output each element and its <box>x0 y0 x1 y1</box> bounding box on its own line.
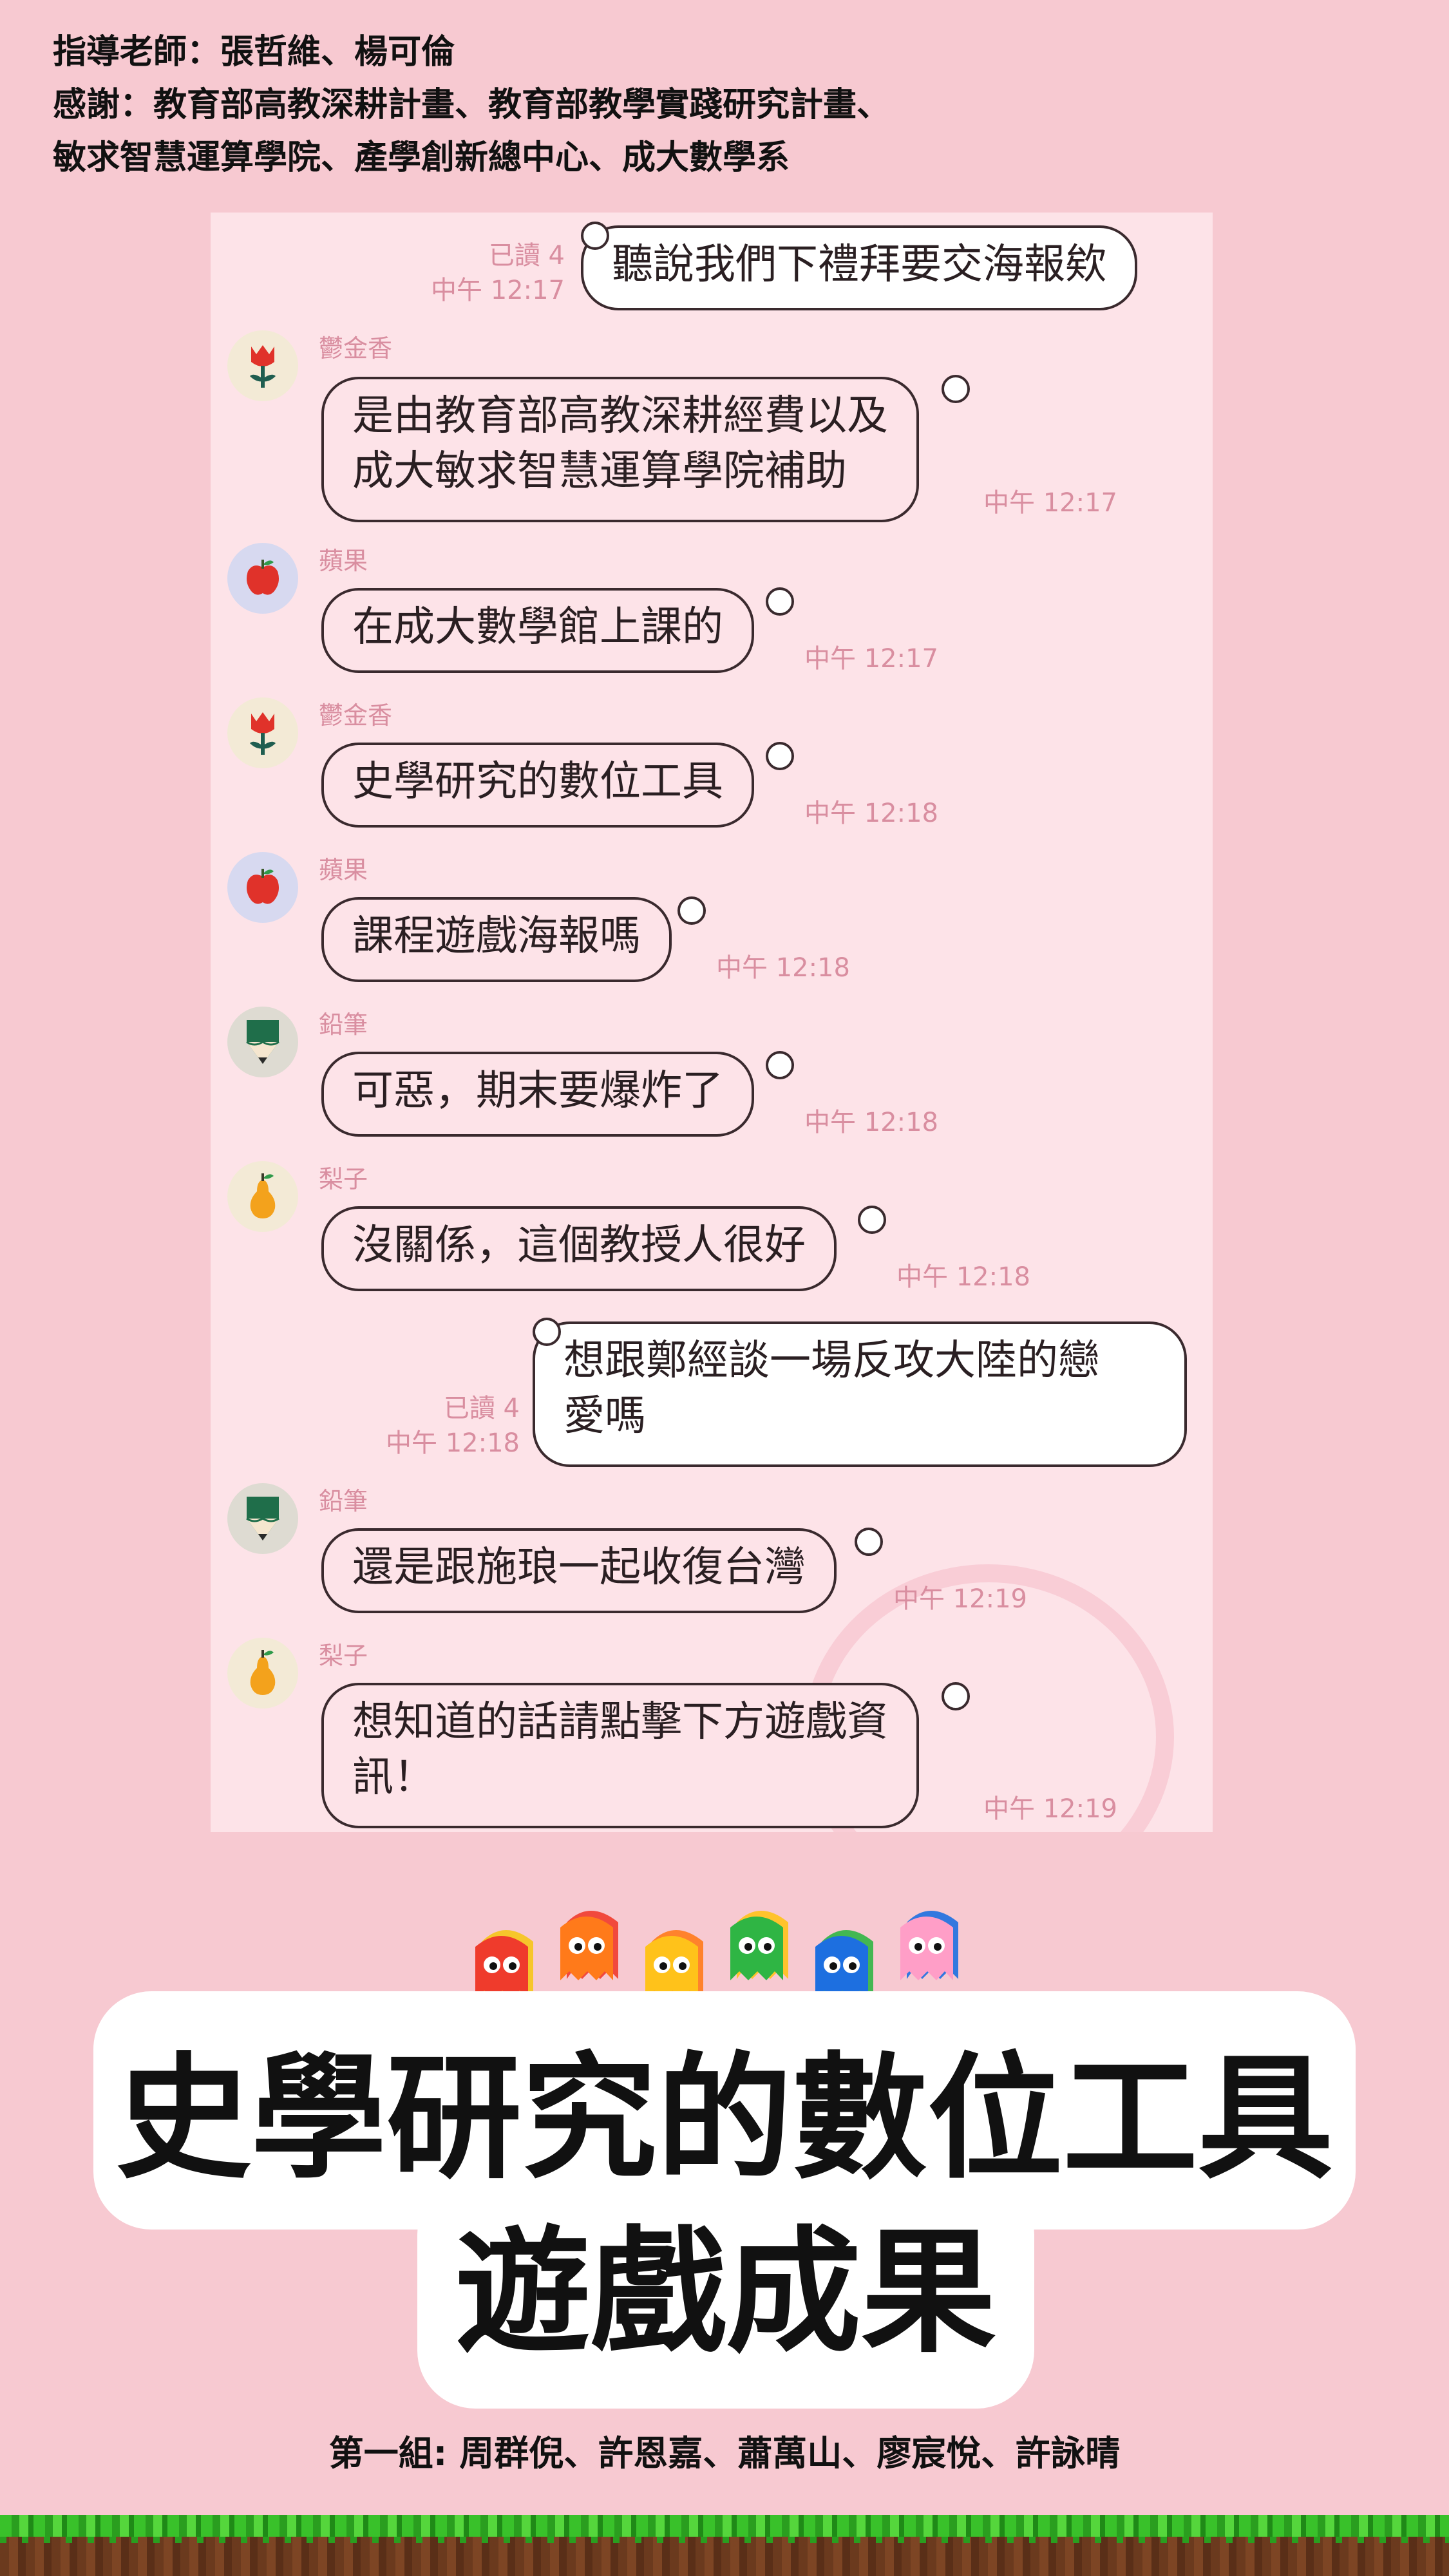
ghost-icon <box>815 1930 873 2000</box>
ghost-icon <box>900 1911 958 1980</box>
ghost-icon <box>730 1911 788 1980</box>
message-text-line: 是由教育部高教深耕經費以及 <box>352 392 888 440</box>
sender-name: 蘋果 <box>319 856 368 884</box>
sender-name: 鉛筆 <box>319 1487 368 1515</box>
pixel-grass-edge <box>0 2537 1449 2543</box>
message-text-line: 想知道的話請點擊下方遊戲資 <box>352 1698 888 1746</box>
pear-icon-graphic <box>250 1173 276 1218</box>
flower-sticker-icon <box>533 1318 561 1346</box>
message-time: 中午 12:18 <box>896 1262 1030 1292</box>
sender-name: 鬱金香 <box>319 701 393 730</box>
tulip-icon-graphic <box>250 712 276 755</box>
message-text: 聽說我們下禮拜要交海報欸 <box>612 241 1106 289</box>
ghost-row <box>469 1903 984 2000</box>
message-text: 課程遊戲海報嗎 <box>352 913 641 960</box>
apple-icon-graphic <box>247 869 279 904</box>
pig-sticker-icon <box>677 896 706 925</box>
read-receipt: 已讀 4 中午 12:18 <box>372 1391 520 1461</box>
pixel-grass <box>0 2515 1449 2537</box>
pig-sticker-icon <box>766 1051 794 1079</box>
sender-name: 梨子 <box>319 1642 368 1670</box>
ghost-icon <box>645 1930 703 2000</box>
message-bubble-incoming[interactable]: 可惡，期末要爆炸了 <box>321 1052 754 1137</box>
thanks-line-2: 敏求智慧運算學院、產學創新總中心、成大數學系 <box>53 138 790 177</box>
message-bubble-incoming[interactable]: 是由教育部高教深耕經費以及 成大敏求智慧運算學院補助 <box>321 377 919 522</box>
message-bubble-incoming[interactable]: 沒關係，這個教授人很好 <box>321 1206 837 1291</box>
pig-sticker-icon <box>942 1682 970 1710</box>
message-time: 中午 12:17 <box>431 276 565 305</box>
message-text: 沒關係，這個教授人很好 <box>352 1222 806 1269</box>
pear-icon[interactable] <box>227 1638 298 1709</box>
sender-name: 鉛筆 <box>319 1010 368 1039</box>
message-time: 中午 12:17 <box>804 644 938 674</box>
message-bubble-outgoing[interactable]: 想跟鄭經談一場反攻大陸的戀 愛嗎 <box>533 1321 1187 1467</box>
flower-sticker-icon <box>581 222 609 250</box>
chat-screenshot: 已讀 4 中午 12:17 聽說我們下禮拜要交海報欸 鬱金香 是由教育部高教深耕… <box>211 213 1213 1832</box>
sender-name: 鬱金香 <box>319 334 393 363</box>
message-time: 中午 12:19 <box>983 1794 1117 1824</box>
advisor-line: 指導老師：張哲維、楊可倫 <box>53 33 455 71</box>
message-text: 還是跟施琅一起收復台灣 <box>352 1544 806 1591</box>
pear-icon[interactable] <box>227 1161 298 1232</box>
thanks-line-1: 感謝：教育部高教深耕計畫、教育部教學實踐研究計畫、 <box>53 86 891 124</box>
pear-icon-graphic <box>250 1650 276 1695</box>
tulip-icon[interactable] <box>227 697 298 768</box>
message-bubble-incoming[interactable]: 還是跟施琅一起收復台灣 <box>321 1528 837 1613</box>
apple-icon[interactable] <box>227 543 298 614</box>
message-text-line: 愛嗎 <box>564 1392 646 1440</box>
message-text-line: 成大敏求智慧運算學院補助 <box>352 448 847 495</box>
message-time: 中午 12:18 <box>804 799 938 828</box>
sender-name: 梨子 <box>319 1165 368 1193</box>
ghost-icon <box>560 1911 618 1980</box>
pig-sticker-icon <box>855 1528 883 1556</box>
message-time: 中午 12:19 <box>893 1584 1027 1614</box>
pig-sticker-icon <box>942 375 970 403</box>
poster: 指導老師：張哲維、楊可倫 感謝：教育部高教深耕計畫、教育部教學實踐研究計畫、 敏… <box>0 0 1449 2576</box>
pig-sticker-icon <box>858 1206 886 1234</box>
message-time: 中午 12:18 <box>804 1108 938 1137</box>
message-time: 中午 12:17 <box>983 488 1117 518</box>
sender-name: 蘋果 <box>319 547 368 575</box>
read-count: 已讀 4 <box>443 1394 520 1423</box>
page-subtitle: 遊戲成果 <box>455 2213 996 2371</box>
credits: 指導老師：張哲維、楊可倫 感謝：教育部高教深耕計畫、教育部教學實踐研究計畫、 敏… <box>53 26 890 184</box>
apple-icon-graphic <box>247 560 279 595</box>
message-text: 可惡，期末要爆炸了 <box>352 1067 723 1115</box>
tulip-icon[interactable] <box>227 330 298 401</box>
message-time: 中午 12:18 <box>716 953 850 983</box>
message-time: 中午 12:18 <box>386 1428 520 1458</box>
message-text-line: 想跟鄭經談一場反攻大陸的戀 <box>564 1337 1099 1385</box>
message-bubble-incoming[interactable]: 課程遊戲海報嗎 <box>321 897 672 982</box>
message-bubble-incoming[interactable]: 在成大數學館上課的 <box>321 588 754 673</box>
tulip-icon-graphic <box>250 345 276 388</box>
apple-icon[interactable] <box>227 852 298 923</box>
message-text: 史學研究的數位工具 <box>352 758 723 806</box>
pig-sticker-icon <box>766 742 794 770</box>
message-bubble-incoming[interactable]: 想知道的話請點擊下方遊戲資 訊！ <box>321 1683 919 1828</box>
pencil-icon[interactable] <box>227 1483 298 1554</box>
pencil-icon-graphic <box>246 1020 279 1064</box>
pencil-icon-graphic <box>246 1497 279 1540</box>
page-title: 史學研究的數位工具 <box>115 2040 1333 2197</box>
message-bubble-incoming[interactable]: 史學研究的數位工具 <box>321 743 754 828</box>
pig-sticker-icon <box>766 587 794 616</box>
read-receipt: 已讀 4 中午 12:17 <box>417 238 565 308</box>
pencil-icon[interactable] <box>227 1007 298 1077</box>
ghost-icon <box>475 1930 533 2000</box>
message-bubble-outgoing[interactable]: 聽說我們下禮拜要交海報欸 <box>581 225 1137 310</box>
read-count: 已讀 4 <box>488 241 565 270</box>
group-members: 第一組: 周群倪、許恩嘉、蕭萬山、廖宸悅、許詠晴 <box>328 2433 1121 2474</box>
message-text: 在成大數學館上課的 <box>352 603 723 651</box>
message-text-line: 訊！ <box>352 1754 435 1801</box>
